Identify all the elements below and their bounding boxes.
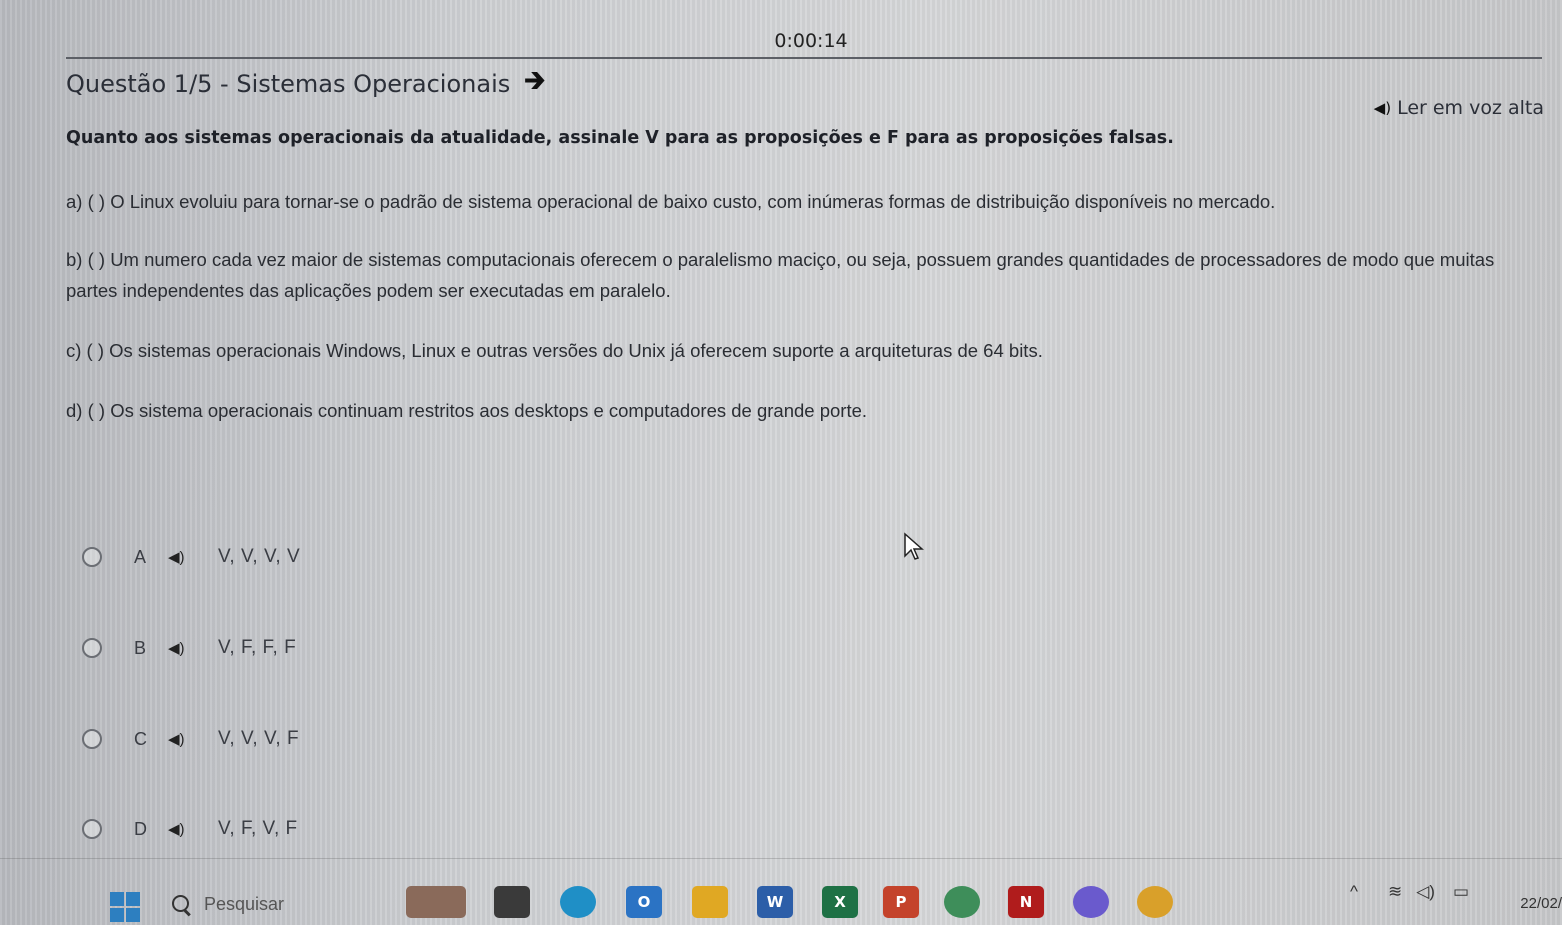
option-text: V, V, V, V	[218, 546, 301, 567]
folder-icon[interactable]	[692, 886, 728, 918]
speaker-icon: ◀)	[1373, 99, 1392, 117]
option-letter: D	[134, 818, 147, 839]
windows-start-icon[interactable]	[110, 892, 140, 922]
tray-icons: ^ ≋ ◁) ▭	[1350, 882, 1469, 902]
news-widget-icon[interactable]	[406, 886, 466, 918]
clock-date[interactable]: 22/02/	[1520, 895, 1562, 912]
proposition-b: b) ( ) Um numero cada vez maior de siste…	[66, 249, 1495, 301]
radio-button[interactable]	[82, 729, 102, 749]
netflix-icon[interactable]: N	[1008, 886, 1044, 918]
answer-option-b[interactable]: B ◀) V, F, F, F	[82, 633, 296, 663]
taskbar-divider	[0, 858, 1562, 859]
option-text: V, F, V, F	[218, 818, 298, 839]
wifi-icon[interactable]: ≋	[1388, 882, 1402, 902]
taskbar-search[interactable]: Pesquisar	[172, 894, 284, 915]
copilot-icon[interactable]	[1073, 886, 1109, 918]
speaker-icon[interactable]: ◀)	[168, 639, 218, 657]
option-text: V, F, F, F	[218, 637, 297, 658]
taskbar: Pesquisar O WXP N ^ ≋ ◁) ▭ 22/02/	[0, 868, 1562, 925]
next-arrow-icon[interactable]: 🡲	[524, 62, 545, 106]
header-divider	[66, 57, 1542, 59]
read-aloud-button[interactable]: ◀) Ler em voz alta	[1374, 97, 1544, 119]
chevron-up-icon[interactable]: ^	[1350, 882, 1358, 902]
option-letter: C	[134, 728, 147, 749]
option-letter: B	[134, 637, 147, 658]
word-icon[interactable]: W	[757, 886, 793, 918]
search-placeholder: Pesquisar	[204, 894, 285, 914]
question-statement: Quanto aos sistemas operacionais da atua…	[66, 128, 1174, 148]
option-letter: A	[134, 546, 147, 567]
speaker-icon[interactable]: ◀)	[168, 548, 218, 566]
search-icon	[172, 894, 192, 915]
proposition-d: d) ( ) Os sistema operacionais continuam…	[66, 400, 868, 421]
read-aloud-label: Ler em voz alta	[1397, 97, 1544, 119]
answer-option-c[interactable]: C ◀) V, V, V, F	[82, 724, 299, 754]
elapsed-timer: 0:00:14	[774, 30, 848, 52]
volume-icon[interactable]: ◁)	[1416, 882, 1435, 902]
speaker-icon[interactable]: ◀)	[168, 730, 218, 748]
radio-button[interactable]	[82, 638, 102, 658]
battery-icon[interactable]: ▭	[1453, 882, 1469, 902]
excel-icon[interactable]: X	[822, 886, 858, 918]
radio-button[interactable]	[82, 819, 102, 839]
question-header: Questão 1/5 - Sistemas Operacionais 🡲	[66, 62, 545, 106]
option-text: V, V, V, F	[218, 728, 300, 749]
answer-option-a[interactable]: A ◀) V, V, V, V	[82, 542, 300, 572]
file-explorer-icon[interactable]	[494, 886, 530, 918]
chrome-icon[interactable]	[1137, 886, 1173, 918]
speaker-icon[interactable]: ◀)	[168, 820, 218, 838]
outlook-icon[interactable]: O	[626, 886, 662, 918]
radio-button[interactable]	[82, 547, 102, 567]
proposition-c: c) ( ) Os sistemas operacionais Windows,…	[66, 340, 1043, 361]
page-title: Questão 1/5 - Sistemas Operacionais	[66, 70, 511, 98]
edge-icon[interactable]	[560, 886, 596, 918]
answer-option-d[interactable]: D ◀) V, F, V, F	[82, 814, 298, 844]
proposition-a: a) ( ) O Linux evoluiu para tornar-se o …	[66, 191, 1276, 212]
powerpoint-icon[interactable]: P	[883, 886, 919, 918]
whatsapp-icon[interactable]	[944, 886, 980, 918]
mouse-cursor-icon	[904, 532, 924, 560]
